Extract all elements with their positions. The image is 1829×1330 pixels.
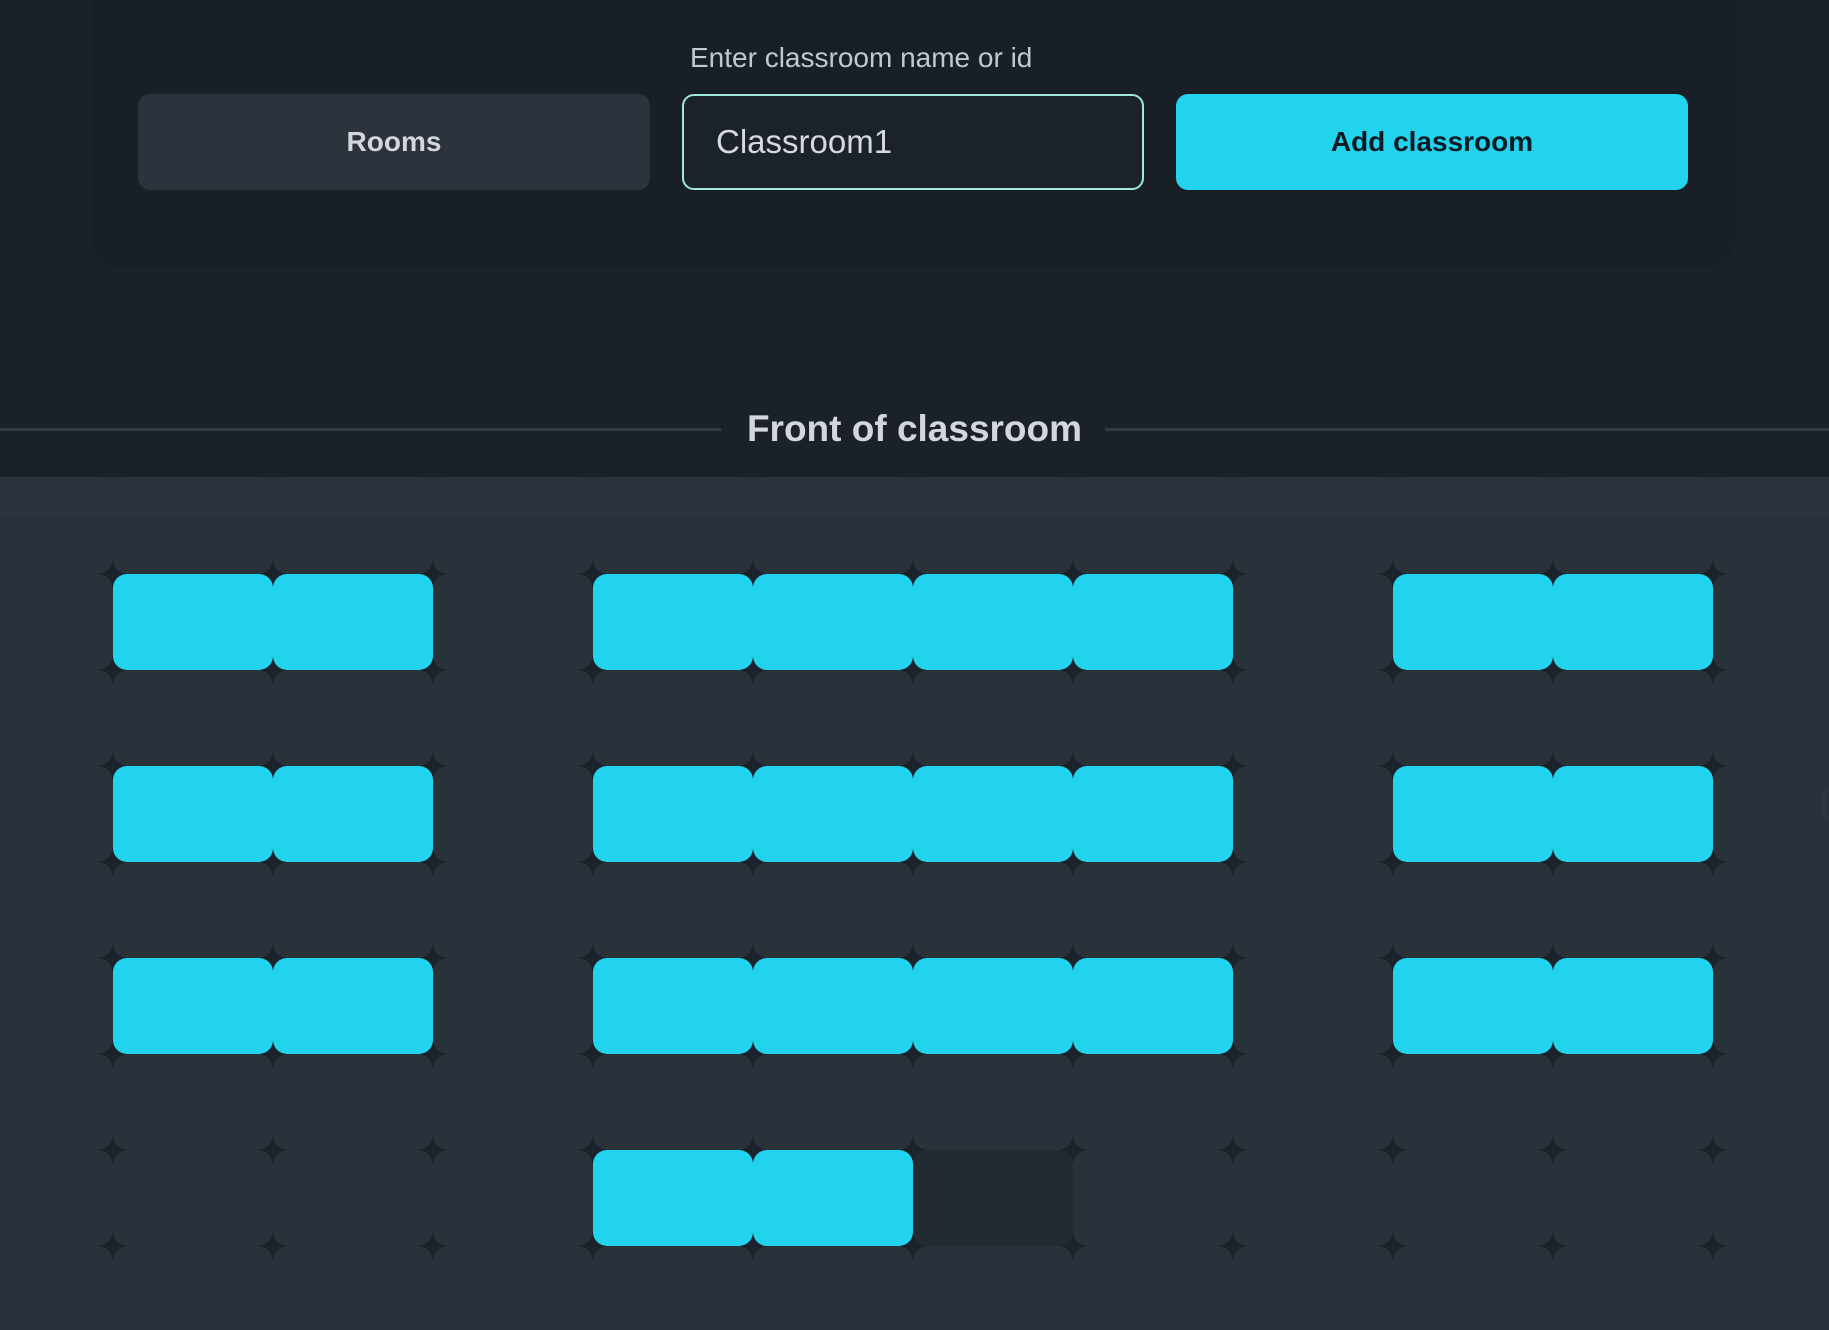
scroll-handle[interactable] bbox=[1823, 789, 1829, 819]
seat-occupied[interactable] bbox=[1553, 574, 1713, 670]
grid-anchor-star-icon bbox=[98, 1135, 128, 1165]
grid-column-header bbox=[1233, 477, 1393, 517]
seat-occupied[interactable] bbox=[913, 766, 1073, 862]
seat-occupied[interactable] bbox=[1393, 958, 1553, 1054]
seat-empty[interactable] bbox=[913, 1150, 1073, 1246]
grid-column-header bbox=[0, 477, 113, 517]
grid-anchor-star-icon bbox=[418, 1135, 448, 1165]
grid-anchor-star-icon bbox=[1538, 1135, 1568, 1165]
seat-occupied[interactable] bbox=[593, 1150, 753, 1246]
seat-occupied[interactable] bbox=[113, 574, 273, 670]
seat-occupied[interactable] bbox=[273, 958, 433, 1054]
seat-occupied[interactable] bbox=[1393, 766, 1553, 862]
seat-occupied[interactable] bbox=[593, 958, 753, 1054]
grid-anchor-star-icon bbox=[1218, 1231, 1248, 1261]
seat-occupied[interactable] bbox=[1553, 766, 1713, 862]
grid-anchor-star-icon bbox=[1698, 1135, 1728, 1165]
grid-anchor-star-icon bbox=[1378, 1231, 1408, 1261]
seat-occupied[interactable] bbox=[273, 766, 433, 862]
grid-anchor-star-icon bbox=[1378, 1135, 1408, 1165]
grid-anchor-star-icon bbox=[258, 1135, 288, 1165]
seat-occupied[interactable] bbox=[1393, 574, 1553, 670]
add-classroom-button[interactable]: Add classroom bbox=[1176, 94, 1688, 190]
seat-occupied[interactable] bbox=[113, 766, 273, 862]
seat-occupied[interactable] bbox=[753, 766, 913, 862]
grid-column-header bbox=[753, 477, 913, 517]
grid-anchor-star-icon bbox=[1218, 1135, 1248, 1165]
seat-occupied[interactable] bbox=[113, 958, 273, 1054]
seating-floor bbox=[0, 477, 1829, 1330]
seat-occupied[interactable] bbox=[913, 574, 1073, 670]
seat-occupied[interactable] bbox=[1553, 958, 1713, 1054]
seat-occupied[interactable] bbox=[273, 574, 433, 670]
seat-occupied[interactable] bbox=[753, 1150, 913, 1246]
grid-column-header bbox=[273, 477, 433, 517]
grid-column-header bbox=[113, 477, 273, 517]
grid-column-header bbox=[593, 477, 753, 517]
rooms-button[interactable]: Rooms bbox=[138, 94, 650, 190]
grid-column-header bbox=[913, 477, 1073, 517]
seat-occupied[interactable] bbox=[753, 958, 913, 1054]
grid-column-header bbox=[433, 477, 593, 517]
grid-column-header bbox=[1073, 477, 1233, 517]
grid-column-header bbox=[1553, 477, 1713, 517]
seat-occupied[interactable] bbox=[1073, 766, 1233, 862]
grid-anchor-star-icon bbox=[1538, 1231, 1568, 1261]
seat-occupied[interactable] bbox=[913, 958, 1073, 1054]
grid-anchor-star-icon bbox=[1698, 1231, 1728, 1261]
front-of-classroom-label: Front of classroom bbox=[746, 408, 1083, 449]
grid-anchor-star-icon bbox=[418, 1231, 448, 1261]
seat-occupied[interactable] bbox=[593, 574, 753, 670]
grid-column-header bbox=[1713, 477, 1829, 517]
seat-occupied[interactable] bbox=[593, 766, 753, 862]
classroom-name-input[interactable] bbox=[682, 94, 1144, 190]
grid-anchor-star-icon bbox=[98, 1231, 128, 1261]
page: Enter classroom name or id Rooms Add cla… bbox=[0, 0, 1829, 1330]
seat-occupied[interactable] bbox=[753, 574, 913, 670]
grid-column-header bbox=[1393, 477, 1553, 517]
seat-occupied[interactable] bbox=[1073, 958, 1233, 1054]
grid-anchor-star-icon bbox=[258, 1231, 288, 1261]
classroom-field-label: Enter classroom name or id bbox=[690, 42, 1033, 73]
seat-occupied[interactable] bbox=[1073, 574, 1233, 670]
